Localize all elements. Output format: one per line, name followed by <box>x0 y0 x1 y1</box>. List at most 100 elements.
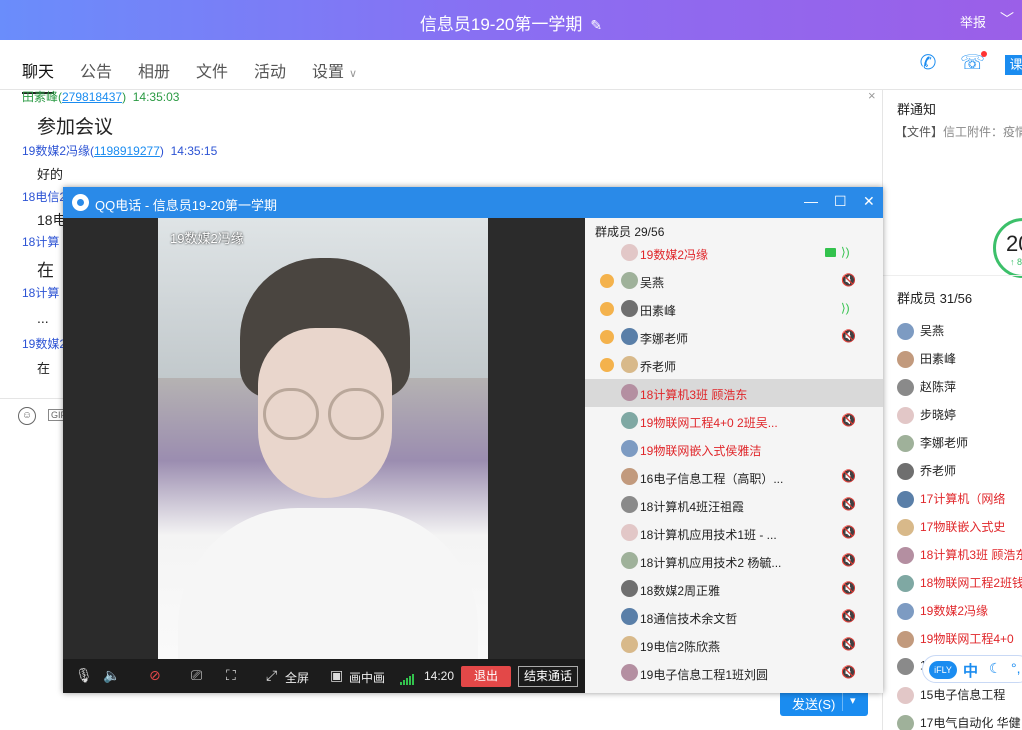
pip-label[interactable]: 画中画 <box>349 669 385 686</box>
ifly-input-toolbar[interactable]: iFLY 中 ☾ °, <box>922 655 1022 683</box>
minimize-button[interactable]: — <box>804 193 818 209</box>
call-member-row[interactable]: 田素峰 ⟩) <box>585 295 883 323</box>
avatar[interactable] <box>621 608 638 625</box>
muted-icon[interactable]: 🔇 <box>841 609 856 623</box>
speaker-icon[interactable]: 🔈 <box>103 667 120 684</box>
avatar[interactable] <box>621 356 638 373</box>
sender-name[interactable]: 19数媒2 <box>22 335 66 352</box>
avatar[interactable] <box>897 658 914 675</box>
muted-icon[interactable]: 🔇 <box>841 413 856 427</box>
avatar[interactable] <box>621 580 638 597</box>
avatar[interactable] <box>621 440 638 457</box>
sender-name[interactable]: 18计算 <box>22 233 59 250</box>
avatar[interactable] <box>897 575 914 593</box>
member-list-item[interactable]: 17物联嵌入式史 <box>897 518 1005 538</box>
call-member-row[interactable]: 18计算机应用技术1班 - ... 🔇 <box>585 519 883 547</box>
microphone-icon[interactable]: 🎙 <box>75 667 93 684</box>
sender-name[interactable]: 19数媒2冯缘( <box>22 144 94 158</box>
sender-name[interactable]: 18电信2 <box>22 188 66 205</box>
avatar[interactable] <box>897 463 914 481</box>
call-member-row[interactable]: 19电子信息工程1班刘圆 🔇 <box>585 659 883 687</box>
member-list-item[interactable]: 15电子信息工程 <box>897 686 1005 706</box>
member-list-item[interactable]: 18计算机3班 顾浩东 <box>897 546 1022 566</box>
tab-chat[interactable]: 聊天 <box>22 58 55 94</box>
call-member-row[interactable]: 18通信技术余文哲 🔇 <box>585 603 883 631</box>
muted-icon[interactable]: 🔇 <box>841 553 856 567</box>
tab-settings[interactable]: 设置 ∨ <box>312 58 357 82</box>
pip-icon[interactable]: ▣ <box>330 667 343 684</box>
chevron-down-icon[interactable]: ﹀ <box>1000 9 1014 29</box>
avatar[interactable] <box>621 300 638 317</box>
fullscreen-label[interactable]: 全屏 <box>285 669 309 686</box>
video-call-icon[interactable]: ☏ <box>960 52 985 74</box>
call-member-row[interactable]: 16电子信息工程（高职）... 🔇 <box>585 463 883 491</box>
muted-icon[interactable]: 🔇 <box>841 497 856 511</box>
call-member-row[interactable]: 19数媒2冯缘 ⟩) <box>585 239 883 267</box>
member-list-item[interactable]: 乔老师 <box>897 462 956 482</box>
muted-icon[interactable]: 🔇 <box>841 525 856 539</box>
sender-qq[interactable]: 279818437 <box>62 90 122 104</box>
member-list-item[interactable]: 田素峰 <box>897 350 956 370</box>
muted-icon[interactable]: 🔇 <box>841 469 856 483</box>
sender-qq[interactable]: 1198919277 <box>94 144 160 158</box>
call-member-row[interactable]: 19物联网工程4+0 2班吴... 🔇 <box>585 407 883 435</box>
call-member-row[interactable]: 19物联网嵌入式侯雅洁 <box>585 435 883 463</box>
member-list-item[interactable]: 赵陈萍 <box>897 378 956 398</box>
avatar[interactable] <box>897 547 914 565</box>
notice-item[interactable]: 【文件】信工附件：疫情 <box>895 123 1022 140</box>
maximize-button[interactable]: ☐ <box>834 193 847 210</box>
avatar[interactable] <box>621 328 638 345</box>
avatar[interactable] <box>897 687 914 705</box>
avatar[interactable] <box>621 412 638 429</box>
muted-icon[interactable]: 🔇 <box>841 665 856 679</box>
avatar[interactable] <box>621 664 638 681</box>
avatar[interactable] <box>621 552 638 569</box>
video-feed[interactable]: 19数媒2冯缘 <box>158 218 488 659</box>
call-member-row[interactable]: 乔老师 <box>585 351 883 379</box>
sender-name[interactable]: 田素峰( <box>22 90 62 104</box>
report-link[interactable]: 举报 <box>960 12 986 31</box>
muted-icon[interactable]: 🔇 <box>841 637 856 651</box>
edit-icon[interactable]: ✎ <box>590 17 602 33</box>
tab-files[interactable]: 文件 <box>196 58 228 82</box>
tab-activities[interactable]: 活动 <box>254 58 286 82</box>
emoji-icon[interactable]: ☺ <box>18 407 36 425</box>
avatar[interactable] <box>621 384 638 401</box>
tab-album[interactable]: 相册 <box>138 58 170 82</box>
avatar[interactable] <box>621 272 638 289</box>
avatar[interactable] <box>897 379 914 397</box>
avatar[interactable] <box>897 323 914 341</box>
punctuation-icon[interactable]: °, <box>1011 660 1021 676</box>
phone-call-icon[interactable]: ✆ <box>917 52 939 74</box>
avatar[interactable] <box>897 715 914 730</box>
fullscreen-icon[interactable]: ⤢ <box>266 667 277 684</box>
avatar[interactable] <box>621 468 638 485</box>
avatar[interactable] <box>897 519 914 537</box>
call-member-row[interactable]: 19电信2陈欣燕 🔇 <box>585 631 883 659</box>
moon-icon[interactable]: ☾ <box>989 660 1002 677</box>
member-list-item[interactable]: 吴燕 <box>897 322 944 342</box>
avatar[interactable] <box>897 351 914 369</box>
call-member-row[interactable]: 吴燕 🔇 <box>585 267 883 295</box>
avatar[interactable] <box>621 496 638 513</box>
avatar[interactable] <box>621 524 638 541</box>
member-list-item[interactable]: 19数媒2冯缘 <box>897 602 988 622</box>
screen-share-icon[interactable]: ⎚ <box>191 667 202 684</box>
avatar[interactable] <box>897 603 914 621</box>
member-list-item[interactable]: 李娜老师 <box>897 434 968 454</box>
call-member-row[interactable]: 李娜老师 🔇 <box>585 323 883 351</box>
muted-icon[interactable]: 🔇 <box>841 273 856 287</box>
sender-name[interactable]: 18计算 <box>22 284 59 301</box>
member-list-item[interactable]: 17计算机（网络 <box>897 490 1005 510</box>
call-member-row[interactable]: 18数媒2周正雅 🔇 <box>585 575 883 603</box>
camera-off-icon[interactable]: ⊘ <box>149 667 161 684</box>
call-member-row[interactable]: 18计算机4班汪祖霞 🔇 <box>585 491 883 519</box>
call-member-row[interactable]: 18计算机3班 顾浩东 <box>585 379 883 407</box>
presentation-icon[interactable]: ⛶ <box>226 667 236 684</box>
avatar[interactable] <box>897 491 914 509</box>
member-list-item[interactable]: 17电气自动化 华健 <box>897 714 1021 730</box>
end-call-button[interactable]: 结束通话 <box>518 666 578 687</box>
muted-icon[interactable]: 🔇 <box>841 329 856 343</box>
close-icon[interactable]: × <box>868 88 876 103</box>
member-list-item[interactable]: 19物联网工程4+0 <box>897 630 1014 650</box>
